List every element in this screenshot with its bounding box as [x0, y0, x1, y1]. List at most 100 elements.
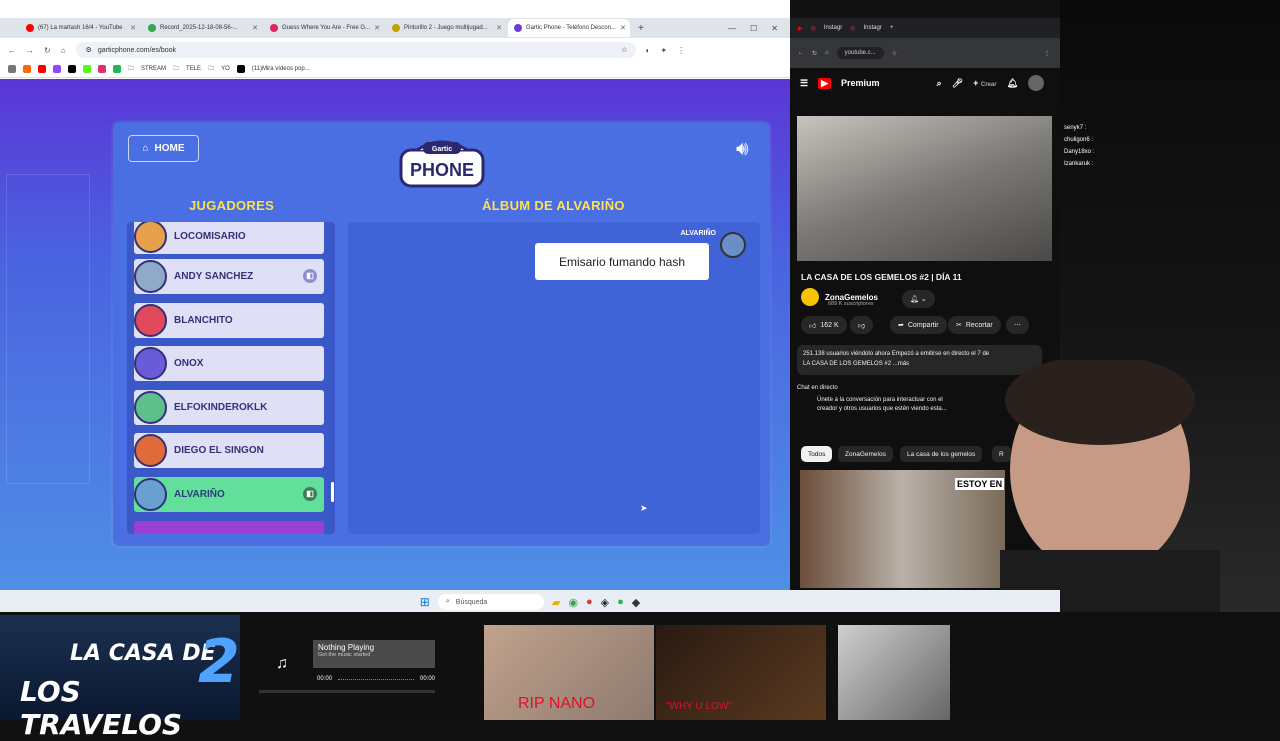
menu-icon[interactable]: ⋮ [1044, 50, 1060, 57]
windows-start-icon[interactable]: ⊞ [420, 595, 430, 609]
back-icon[interactable]: ← [8, 46, 16, 55]
avatar[interactable] [1028, 75, 1044, 91]
like-button[interactable]: 👍︎ 162 K [801, 316, 847, 334]
taskbar-search[interactable]: ⌕ Búsqueda [437, 594, 544, 610]
folder-icon: 🗀 [128, 65, 135, 72]
bookmark-icon[interactable] [98, 64, 106, 73]
reload-icon[interactable]: ↻ [812, 50, 817, 57]
search-icon[interactable]: ⌕ [937, 78, 942, 89]
notifications-button[interactable]: 🔔︎ ⌄ [902, 290, 935, 308]
hamburger-icon[interactable]: ☰ [800, 78, 808, 89]
browser-tab[interactable]: (67) La martash 16/4 - YouTube ✕ [20, 19, 142, 37]
file-icon [148, 24, 156, 32]
more-button[interactable]: ⋯ [1006, 316, 1029, 334]
site-info-icon[interactable]: ⚙ [86, 46, 92, 54]
app-icon[interactable]: ◆ [632, 596, 640, 609]
browser-tab[interactable]: Guess Where You Are - Free G... ✕ [264, 19, 386, 37]
dislike-button[interactable]: 👎︎ [850, 316, 874, 334]
close-icon[interactable]: ✕ [496, 24, 502, 32]
bell-icon[interactable]: 🔔︎ [1007, 78, 1018, 89]
chrome-icon[interactable]: ◉ [568, 596, 578, 609]
reload-icon[interactable]: ↻ [44, 46, 51, 55]
close-icon[interactable]: ✕ [130, 24, 136, 32]
share-button[interactable]: ➦ Compartir [890, 316, 947, 334]
browser-tab[interactable]: Instagr [824, 25, 842, 31]
apps-icon[interactable] [8, 64, 16, 73]
forward-icon[interactable]: → [26, 46, 34, 55]
url-input[interactable]: ⚙ garticphone.com/es/book ☆ [75, 42, 636, 58]
cursor-icon: ➤ [640, 503, 648, 513]
album-icon[interactable]: ◧ [303, 487, 317, 501]
music-progress [259, 690, 435, 693]
channel-avatar[interactable] [801, 288, 819, 306]
bookmark-icon[interactable] [113, 64, 121, 73]
bookmark-link[interactable]: (11)Mira vídeos pop... [252, 66, 310, 72]
close-icon[interactable]: ✕ [252, 24, 258, 32]
player-row[interactable]: ELFOKINDEROKLK [134, 390, 324, 425]
clip-button[interactable]: ✂ Recortar [948, 316, 1001, 334]
player-row[interactable]: BLANCHITO [134, 303, 324, 338]
bookmark-icon[interactable] [38, 64, 46, 73]
bookmark-folder[interactable]: TELE [186, 66, 201, 72]
maximize-icon[interactable]: ☐ [750, 24, 757, 33]
spotify-icon[interactable]: ● [617, 596, 624, 608]
extension-icon[interactable]: ◐ [646, 46, 651, 55]
bookmark-folder[interactable]: YO [221, 66, 230, 72]
record-icon[interactable]: ● [586, 596, 593, 608]
star-icon[interactable]: ☆ [892, 50, 897, 57]
scrollbar[interactable] [331, 482, 334, 502]
clip-thumbnail: RIP NANO [484, 625, 654, 720]
player-row[interactable]: LOCOMISARIO [134, 222, 324, 254]
bookmark-icon[interactable] [23, 64, 31, 73]
folder-icon[interactable]: ▰ [552, 596, 560, 609]
bookmark-icon[interactable] [53, 64, 61, 73]
browser-tab[interactable]: Record_2025-12-18-08-56-... ✕ [142, 19, 264, 37]
avatar [134, 260, 167, 293]
home-icon[interactable]: ⌂ [825, 50, 829, 56]
chip-channel[interactable]: ZonaGemelos [838, 446, 893, 462]
players-list[interactable]: LOCOMISARIO ANDY SANCHEZ ◧ BLANCHITO ONOX… [127, 222, 335, 534]
star-icon[interactable]: ☆ [621, 46, 635, 54]
menu-icon[interactable]: ⋮ [677, 46, 685, 55]
new-tab-icon[interactable]: + [638, 23, 644, 34]
avatar [134, 347, 167, 380]
svg-text:PHONE: PHONE [410, 160, 474, 180]
players-heading: JUGADORES [189, 198, 275, 213]
map-pin-icon [270, 24, 278, 32]
folder-icon: 🗀 [208, 65, 215, 72]
player-row[interactable]: ANDY SANCHEZ ◧ [134, 259, 324, 294]
mic-icon[interactable]: 🎤︎ [952, 78, 963, 89]
youtube-logo-icon[interactable]: ▶ [818, 77, 831, 89]
tab-bar: ▶ ◎ Instagr ◎ Instagr + [790, 18, 1060, 38]
bookmark-folder[interactable]: STREAM [141, 66, 166, 72]
browser-tab[interactable]: Instagr [863, 25, 881, 31]
close-icon[interactable]: ✕ [374, 24, 380, 32]
url-input[interactable]: youtube.c... [836, 47, 884, 59]
speaker-icon[interactable]: 🔊︎ [736, 138, 749, 161]
bookmark-icon[interactable] [83, 64, 91, 73]
minimize-icon[interactable]: — [728, 24, 736, 33]
player-row-active[interactable]: ALVARIÑO ◧ [134, 477, 324, 512]
close-window-icon[interactable]: ✕ [771, 24, 778, 33]
player-row[interactable] [134, 521, 324, 534]
home-button[interactable]: ⌂ HOME [128, 135, 199, 162]
home-icon[interactable]: ⌂ [61, 46, 66, 55]
avatar [134, 391, 167, 424]
back-icon[interactable]: ← [798, 50, 804, 56]
steam-icon[interactable]: ◈ [601, 596, 609, 609]
video-player[interactable] [797, 116, 1052, 261]
create-button[interactable]: + Crear [973, 78, 996, 88]
youtube-icon[interactable]: ▶ [798, 25, 803, 32]
album-icon[interactable]: ◧ [303, 269, 317, 283]
close-icon[interactable]: ✕ [620, 24, 626, 32]
new-tab-icon[interactable]: + [890, 25, 894, 31]
gartic-icon [514, 24, 522, 32]
chip-todos[interactable]: Todos [801, 446, 833, 462]
bookmark-icon[interactable] [68, 64, 76, 73]
player-row[interactable]: ONOX [134, 346, 324, 381]
player-row[interactable]: DIEGO EL SINGON [134, 433, 324, 468]
browser-tab[interactable]: Pinturillo 2 - Juego multijugad... ✕ [386, 19, 508, 37]
puzzle-icon[interactable]: ✦ [660, 46, 667, 55]
clip-thumbnail [838, 625, 950, 720]
browser-tab-active[interactable]: Gartic Phone - Teléfono Descon... ✕ [508, 19, 630, 37]
